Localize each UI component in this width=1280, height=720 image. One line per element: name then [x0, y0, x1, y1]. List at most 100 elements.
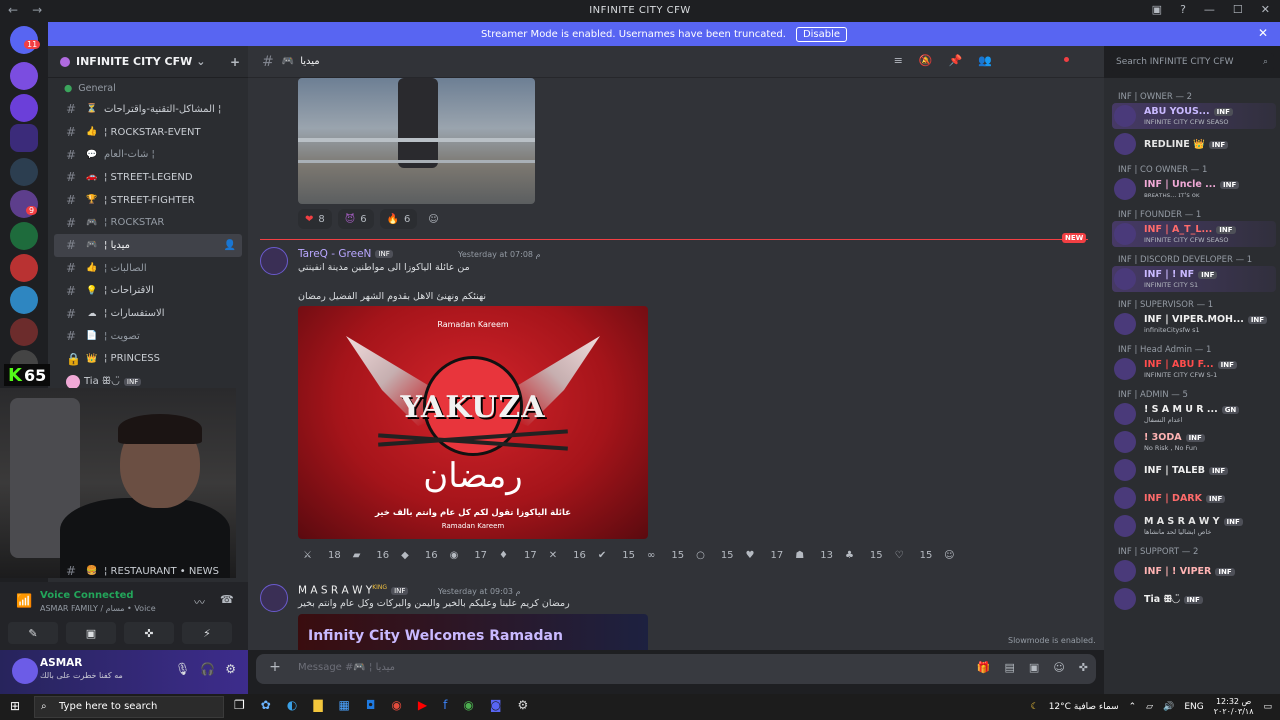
user-name[interactable]: ASMAR: [40, 657, 82, 669]
member-item[interactable]: INF | ! VIPER INF: [1112, 558, 1276, 584]
gift-icon[interactable]: 🎁: [977, 661, 991, 674]
reaction-button[interactable]: 😈 6: [337, 209, 374, 229]
chrome-icon[interactable]: ◉: [391, 698, 401, 712]
reaction-button[interactable]: ✕ 16: [544, 545, 591, 565]
attachment-image[interactable]: [298, 78, 535, 204]
apps-icon[interactable]: ✜: [1079, 661, 1088, 674]
member-item[interactable]: INF | A_T_L... INF INFINITE CITY CFW SEASO: [1112, 221, 1276, 247]
voice-channel[interactable]: ASMAR FAMILY / مسام • Voice: [40, 604, 156, 613]
channel-item[interactable]: # 🚗 ¦ STREET-LEGEND: [54, 166, 242, 189]
yakuza-poster-image[interactable]: Ramadan Kareem YAKUZA رمضان عائلة الياكو…: [298, 306, 648, 539]
file-explorer-icon[interactable]: ▇: [313, 698, 322, 712]
server-icon[interactable]: [10, 254, 38, 282]
screenshare-button[interactable]: ▣: [66, 622, 116, 644]
reaction-button[interactable]: ▰ 16: [348, 545, 394, 565]
emoji-icon[interactable]: ☺: [1053, 661, 1064, 674]
channel-item[interactable]: # 👍 ¦ الصالبات: [54, 257, 242, 280]
disable-button[interactable]: Disable: [795, 26, 848, 42]
channel-item[interactable]: # 👍 ¦ ROCKSTAR-EVENT: [54, 121, 242, 144]
notifications-icon[interactable]: ▭: [1263, 702, 1272, 712]
channel-restaurant[interactable]: # 🍔 ¦ RESTAURANT • NEWS: [48, 560, 248, 580]
member-item[interactable]: INF | Uncle ... INF ʙʀᴇᴀᴛʜs... ɪᴛ's ᴏᴋ: [1112, 176, 1276, 202]
outlook-icon[interactable]: ◘: [366, 698, 376, 712]
channel-item[interactable]: # ⏳ المشاكل-التقنية-واقتراحات ¦: [54, 98, 242, 121]
avatar[interactable]: [12, 658, 38, 684]
inbox-icon[interactable]: ▣: [1152, 3, 1162, 16]
chrome-icon[interactable]: ◉: [463, 698, 473, 712]
reaction-button[interactable]: ◉ 17: [445, 545, 492, 565]
member-item[interactable]: INF | VIPER.MOH... INF infiniteCitysfw s1: [1112, 311, 1276, 337]
server-icon[interactable]: [10, 222, 38, 250]
avatar[interactable]: [260, 584, 288, 612]
channel-item[interactable]: # ☁ ¦ الاستفسارات: [54, 302, 242, 325]
reaction-button[interactable]: ♡ 15: [890, 545, 938, 565]
reaction-button[interactable]: ⚔ 18: [298, 545, 346, 565]
member-item[interactable]: INF | ABU F... INF INFINITE CITY CFW S-1: [1112, 356, 1276, 382]
add-reaction-icon[interactable]: ☺: [939, 545, 959, 565]
youtube-icon[interactable]: ▶: [418, 698, 427, 712]
copilot-icon[interactable]: ✿: [261, 698, 271, 712]
soundboard-button[interactable]: ⚡: [182, 622, 232, 644]
channel-item[interactable]: # 🏆 ¦ STREET-FIGHTER: [54, 189, 242, 212]
member-item[interactable]: ABU YOUS... INF INFINITE CITY CFW SEASO: [1112, 103, 1276, 129]
server-icon[interactable]: [10, 62, 38, 90]
chevron-up-icon[interactable]: ⌃: [1129, 702, 1137, 712]
settings-icon[interactable]: ⚙: [517, 698, 528, 712]
disconnect-icon[interactable]: ☎: [220, 593, 234, 606]
reaction-button[interactable]: ❤ 8: [298, 209, 332, 229]
reaction-button[interactable]: ✔ 15: [593, 545, 640, 565]
headset-icon[interactable]: 🎧: [200, 662, 215, 676]
channel-category[interactable]: ● General: [48, 78, 248, 98]
avatar[interactable]: [260, 247, 288, 275]
windows-start-icon[interactable]: ⊞: [10, 699, 20, 713]
notification-bell-icon[interactable]: 🔕: [919, 54, 933, 67]
clock[interactable]: 12:32 ص ٢٠٢٠/٠٣/١٨: [1214, 697, 1254, 717]
member-item[interactable]: Tia ꕥ◡̈ INF: [1112, 586, 1276, 612]
edge-icon[interactable]: ◐: [287, 698, 297, 712]
threads-icon[interactable]: ≡: [894, 54, 903, 67]
reaction-button[interactable]: 🔥 6: [379, 209, 418, 229]
reaction-button[interactable]: ○ 15: [691, 545, 738, 565]
reaction-button[interactable]: ☗ 13: [790, 545, 838, 565]
member-item[interactable]: INF | DARK INF: [1112, 485, 1276, 511]
discord-icon[interactable]: ◙: [490, 698, 502, 712]
server-icon-active[interactable]: [10, 124, 38, 152]
attachment-image[interactable]: Infinity City Welcomes Ramadan: [298, 614, 648, 650]
message-author[interactable]: TareQ - GreeN INF: [298, 248, 393, 260]
sticker-icon[interactable]: ▣: [1029, 661, 1039, 674]
taskbar-search-input[interactable]: ⌕ Type here to search: [34, 696, 224, 718]
message-author[interactable]: M A S R A W YKING INF: [298, 584, 409, 597]
close-icon[interactable]: ✕: [1258, 26, 1268, 40]
facebook-icon[interactable]: f: [443, 698, 447, 712]
store-icon[interactable]: ▦: [339, 698, 350, 712]
pin-icon[interactable]: 📌: [949, 54, 963, 67]
member-item[interactable]: M A S R A W Y INF خاص ابشاليا لحد مانشاها: [1112, 513, 1276, 539]
network-icon[interactable]: ▱: [1146, 702, 1153, 712]
weather-text[interactable]: 12°C سماء صافية: [1049, 702, 1119, 712]
member-item[interactable]: INF | ! NF INF INFINITE CITY S1: [1112, 266, 1276, 292]
add-member-icon[interactable]: +: [230, 55, 240, 69]
reaction-button[interactable]: ♦ 17: [494, 545, 542, 565]
language-indicator[interactable]: ENG: [1184, 702, 1203, 712]
server-icon[interactable]: [10, 318, 38, 346]
member-item[interactable]: ! S A M U R ... GN اعدام النسفال: [1112, 401, 1276, 427]
camera-button[interactable]: ✎: [8, 622, 58, 644]
invite-icon[interactable]: 👤: [224, 240, 236, 251]
channel-item[interactable]: # 💬 شات-العام ¦: [54, 143, 242, 166]
server-icon[interactable]: [10, 286, 38, 314]
maximize-button[interactable]: ☐: [1233, 3, 1243, 16]
message-input[interactable]: Message #🎮 ¦ ميديا: [298, 662, 395, 673]
search-input[interactable]: Search INFINITE CITY CFW ⌕: [1110, 53, 1274, 71]
guild-header[interactable]: INFINITE CITY CFW ⌄ +: [48, 46, 248, 78]
add-reaction-icon[interactable]: ☺: [423, 209, 443, 229]
reaction-button[interactable]: ♥ 17: [741, 545, 789, 565]
reaction-button[interactable]: ∞ 15: [642, 545, 689, 565]
server-icon[interactable]: [10, 94, 38, 122]
settings-gear-icon[interactable]: ⚙: [225, 662, 236, 676]
member-list-icon[interactable]: 👥: [978, 54, 992, 67]
channel-item[interactable]: # 💡 ¦ الاقتراحات: [54, 280, 242, 303]
add-attachment-icon[interactable]: +: [266, 659, 284, 677]
member-item[interactable]: REDLINE 👑 INF: [1112, 131, 1276, 157]
member-item[interactable]: ! 3ODA INF No Risk , No Fun: [1112, 429, 1276, 455]
mic-icon[interactable]: 🎙: [175, 662, 190, 676]
